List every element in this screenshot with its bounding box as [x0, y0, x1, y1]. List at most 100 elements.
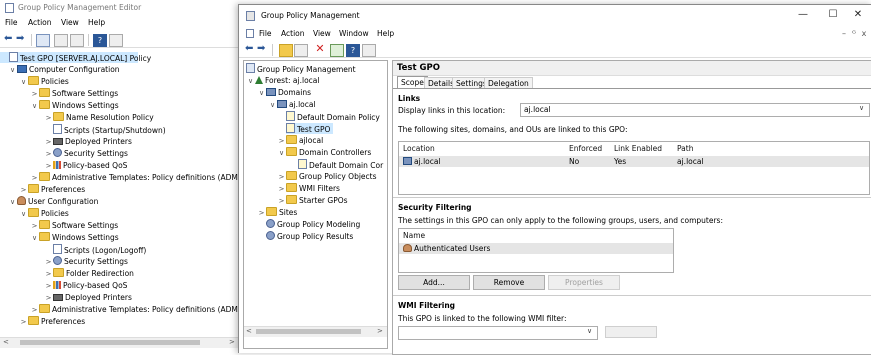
menu-window[interactable]: Window [339, 29, 369, 38]
tree-item-gpo-container[interactable]: > Group Policy Objects [277, 171, 377, 182]
forward-arrow-icon[interactable]: ➡ [15, 33, 29, 46]
col-link-enabled[interactable]: Link Enabled [614, 144, 662, 153]
chevron-right-icon[interactable]: > [44, 149, 53, 160]
remove-button[interactable]: Remove [473, 275, 545, 290]
chevron-down-icon[interactable]: ∨ [859, 104, 864, 112]
export-list-icon[interactable] [70, 34, 84, 47]
tree-item-domains[interactable]: ∨ Domains [257, 87, 311, 98]
chevron-down-icon[interactable]: ∨ [8, 197, 17, 208]
tree-item-gpm-root[interactable]: Group Policy Management [246, 63, 356, 74]
chevron-right-icon[interactable]: > [30, 173, 39, 184]
maximize-button[interactable]: ☐ [819, 7, 847, 23]
view-icon[interactable] [109, 34, 123, 47]
chevron-down-icon[interactable]: ∨ [268, 100, 277, 111]
location-dropdown[interactable]: aj.local ∨ [520, 103, 870, 117]
chevron-down-icon[interactable]: ∨ [30, 233, 39, 244]
chevron-down-icon[interactable]: ∨ [30, 101, 39, 112]
view-icon[interactable] [362, 44, 376, 57]
chevron-right-icon[interactable]: > [44, 293, 53, 304]
menu-action[interactable]: Action [28, 18, 52, 27]
tree-item-domain-controllers[interactable]: ∨ Domain Controllers [277, 147, 371, 158]
menu-view[interactable]: View [313, 29, 331, 38]
mdi-restore-button[interactable]: ᴳ [849, 29, 859, 39]
tree-item-scripts-logon[interactable]: Scripts (Logon/Logoff) [44, 244, 146, 255]
chevron-right-icon[interactable]: > [44, 281, 53, 292]
delete-icon[interactable]: ✕ [313, 42, 327, 55]
chevron-right-icon[interactable]: > [257, 208, 266, 219]
scrollbar-thumb[interactable] [256, 329, 361, 334]
refresh-icon[interactable] [330, 44, 344, 57]
tree-item-computer-config[interactable]: ∨ Computer Configuration [8, 64, 120, 75]
tree-item-qos[interactable]: > Policy-based QoS [44, 160, 127, 171]
tree-item-folder-redirection[interactable]: > Folder Redirection [44, 268, 134, 279]
chevron-right-icon[interactable]: > [44, 137, 53, 148]
tree-item-gp-results[interactable]: Group Policy Results [266, 231, 353, 242]
tree-item-test-gpo-policy[interactable]: Test GPO [SERVER.AJ.LOCAL] Policy [0, 52, 151, 63]
tree-horizontal-scrollbar[interactable]: < > [244, 326, 387, 337]
chevron-down-icon[interactable]: ∨ [277, 148, 286, 159]
forward-arrow-icon[interactable]: ➡ [256, 43, 270, 56]
menu-view[interactable]: View [61, 18, 79, 27]
mdi-close-button[interactable]: x [859, 29, 869, 39]
tree-item-user-config[interactable]: ∨ User Configuration [8, 196, 98, 207]
tree-item-default-dc-policy[interactable]: Default Domain Cor [298, 159, 383, 170]
chevron-down-icon[interactable]: ∨ [587, 327, 592, 335]
help-icon[interactable]: ? [346, 44, 360, 57]
tree-item-preferences[interactable]: > Preferences [19, 184, 85, 195]
chevron-right-icon[interactable]: > [30, 221, 39, 232]
tree-item-ajlocal-ou[interactable]: > ajlocal [277, 135, 323, 146]
up-folder-icon[interactable] [279, 44, 293, 57]
menu-file[interactable]: File [5, 18, 18, 27]
tree-item-sites[interactable]: > Sites [257, 207, 297, 218]
tree-item-forest[interactable]: ∨ Forest: aj.local [246, 75, 319, 86]
chevron-right-icon[interactable]: > [44, 113, 53, 124]
chevron-right-icon[interactable]: > [30, 89, 39, 100]
chevron-right-icon[interactable]: > [277, 172, 286, 183]
chevron-right-icon[interactable]: > [44, 257, 53, 268]
chevron-down-icon[interactable]: ∨ [8, 65, 17, 76]
col-enforced[interactable]: Enforced [569, 144, 602, 153]
tree-item-user-software-settings[interactable]: > Software Settings [30, 220, 118, 231]
tree-item-user-security-settings[interactable]: > Security Settings [44, 256, 128, 267]
chevron-down-icon[interactable]: ∨ [19, 209, 28, 220]
minimize-button[interactable]: — [789, 7, 817, 23]
chevron-down-icon[interactable]: ∨ [257, 88, 266, 99]
menu-file[interactable]: File [259, 29, 272, 38]
chevron-right-icon[interactable]: > [19, 185, 28, 196]
list-item[interactable]: Authenticated Users [399, 243, 673, 254]
properties-icon[interactable] [54, 34, 68, 47]
open-wmi-button[interactable] [605, 326, 657, 338]
tree-item-user-windows-settings[interactable]: ∨ Windows Settings [30, 232, 119, 243]
table-row[interactable]: aj.local No Yes aj.local [399, 156, 869, 167]
show-tree-icon[interactable] [36, 34, 50, 47]
chevron-down-icon[interactable]: ∨ [19, 77, 28, 88]
chevron-down-icon[interactable]: ∨ [246, 76, 255, 87]
tree-item-software-settings[interactable]: > Software Settings [30, 88, 118, 99]
tree-item-security-settings[interactable]: > Security Settings [44, 148, 128, 159]
chevron-right-icon[interactable]: > [19, 317, 28, 328]
tree-item-scripts-startup[interactable]: Scripts (Startup/Shutdown) [44, 124, 166, 135]
scrollbar-thumb[interactable] [20, 340, 200, 345]
tree-item-wmi-filters[interactable]: > WMI Filters [277, 183, 340, 194]
chevron-right-icon[interactable]: > [44, 269, 53, 280]
tree-item-admin-templates[interactable]: > Administrative Templates: Policy defini… [30, 172, 250, 183]
tree-item-aj-local[interactable]: ∨ aj.local [268, 99, 316, 110]
tree-item-default-domain-policy[interactable]: Default Domain Policy [286, 111, 380, 122]
scroll-right-icon[interactable]: > [229, 338, 235, 346]
close-button[interactable]: ✕ [844, 7, 871, 23]
help-icon[interactable]: ? [93, 34, 107, 47]
properties-button[interactable]: Properties [548, 275, 620, 290]
chevron-right-icon[interactable]: > [277, 184, 286, 195]
tree-item-windows-settings[interactable]: ∨ Windows Settings [30, 100, 119, 111]
add-button[interactable]: Add... [398, 275, 470, 290]
col-name[interactable]: Name [403, 231, 425, 240]
mdi-minimize-button[interactable]: – [839, 29, 849, 39]
scroll-left-icon[interactable]: < [3, 338, 9, 346]
menu-help[interactable]: Help [88, 18, 105, 27]
tree-item-user-policies[interactable]: ∨ Policies [19, 208, 69, 219]
col-path[interactable]: Path [677, 144, 693, 153]
tree-item-user-admin-templates[interactable]: > Administrative Templates: Policy defini… [30, 304, 250, 315]
chevron-right-icon[interactable]: > [44, 161, 53, 172]
wmi-filter-dropdown[interactable]: ∨ [398, 326, 598, 340]
col-location[interactable]: Location [403, 144, 435, 153]
